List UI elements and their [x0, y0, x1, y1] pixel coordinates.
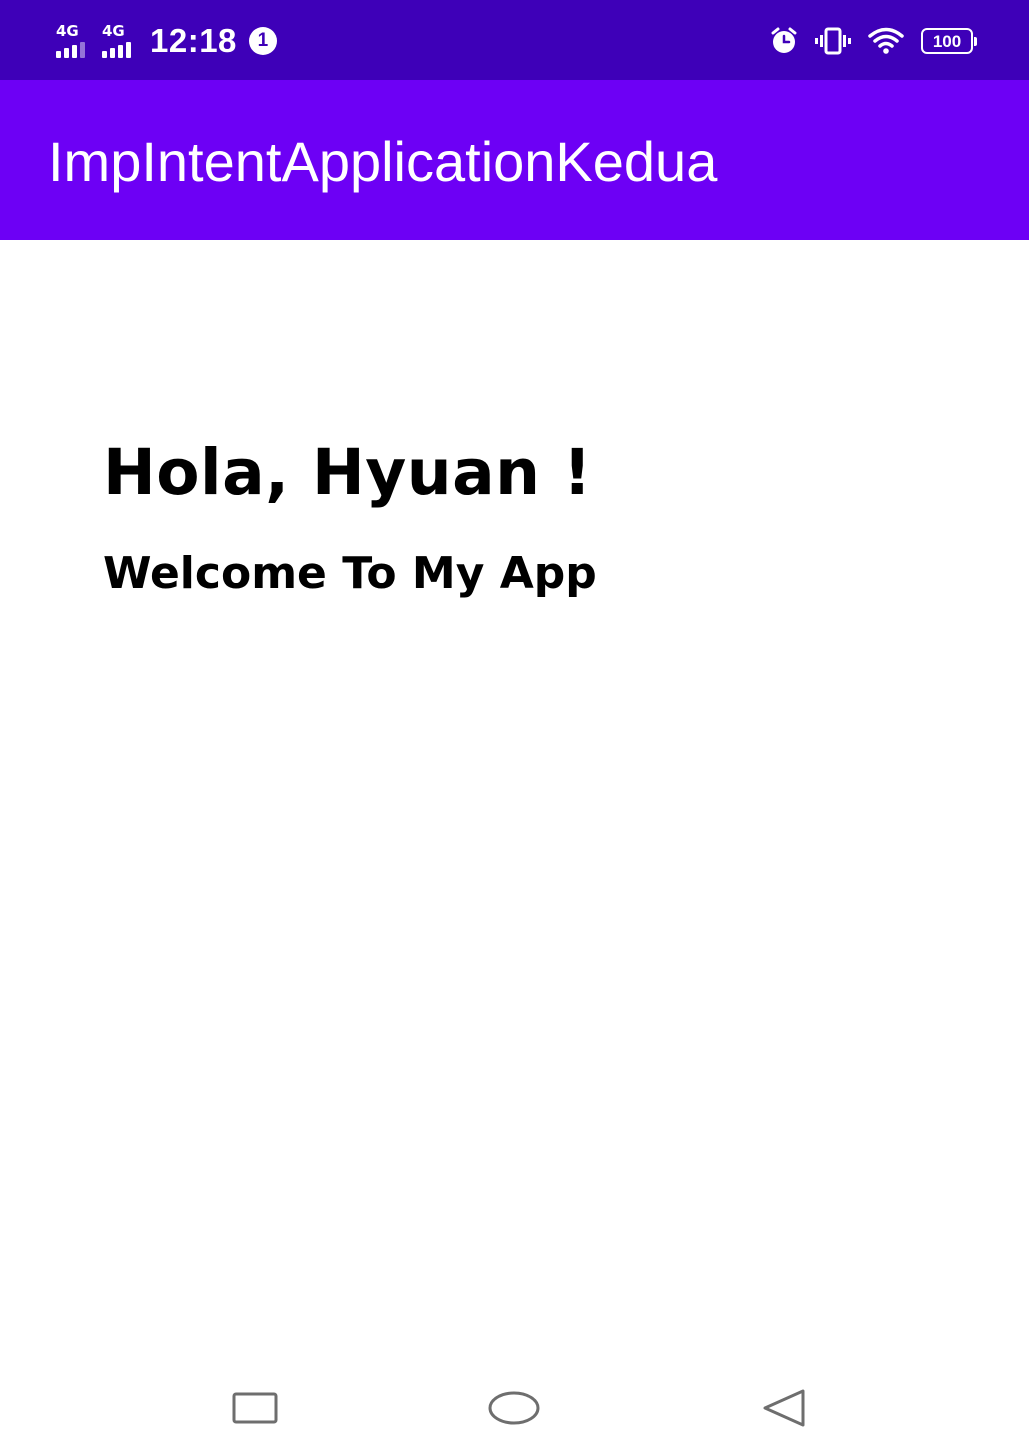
notification-count-badge: 1 [248, 27, 277, 55]
home-button[interactable] [464, 1368, 564, 1448]
back-icon [763, 1389, 805, 1427]
vibrate-icon [815, 27, 851, 55]
battery-icon: 100 [921, 28, 977, 54]
status-bar: 4G 4G 12:18 1 100 [0, 0, 1029, 80]
greeting-text: Hola, Hyuan ! [103, 436, 593, 509]
app-bar: ImpIntentApplicationKedua [0, 80, 1029, 240]
navigation-bar [0, 1368, 1029, 1448]
recents-button[interactable] [205, 1368, 305, 1448]
app-title: ImpIntentApplicationKedua [48, 130, 718, 193]
welcome-text: Welcome To My App [103, 548, 597, 599]
back-button[interactable] [734, 1368, 834, 1448]
status-time: 12:18 [150, 22, 237, 59]
home-icon [488, 1391, 540, 1425]
network-type-label: 4G [102, 22, 125, 40]
signal-icon: 4G [56, 24, 92, 58]
network-type-label: 4G [56, 22, 79, 40]
screen: 4G 4G 12:18 1 100 ImpIntentApplicationKe… [0, 0, 1029, 1448]
alarm-icon [771, 27, 797, 53]
wifi-icon [868, 27, 904, 54]
status-bar-right: 100 [769, 22, 977, 60]
signal-icon: 4G [102, 24, 138, 58]
battery-level: 100 [932, 31, 962, 51]
status-bar-left: 4G 4G 12:18 1 [56, 20, 277, 62]
recents-icon [232, 1392, 278, 1424]
